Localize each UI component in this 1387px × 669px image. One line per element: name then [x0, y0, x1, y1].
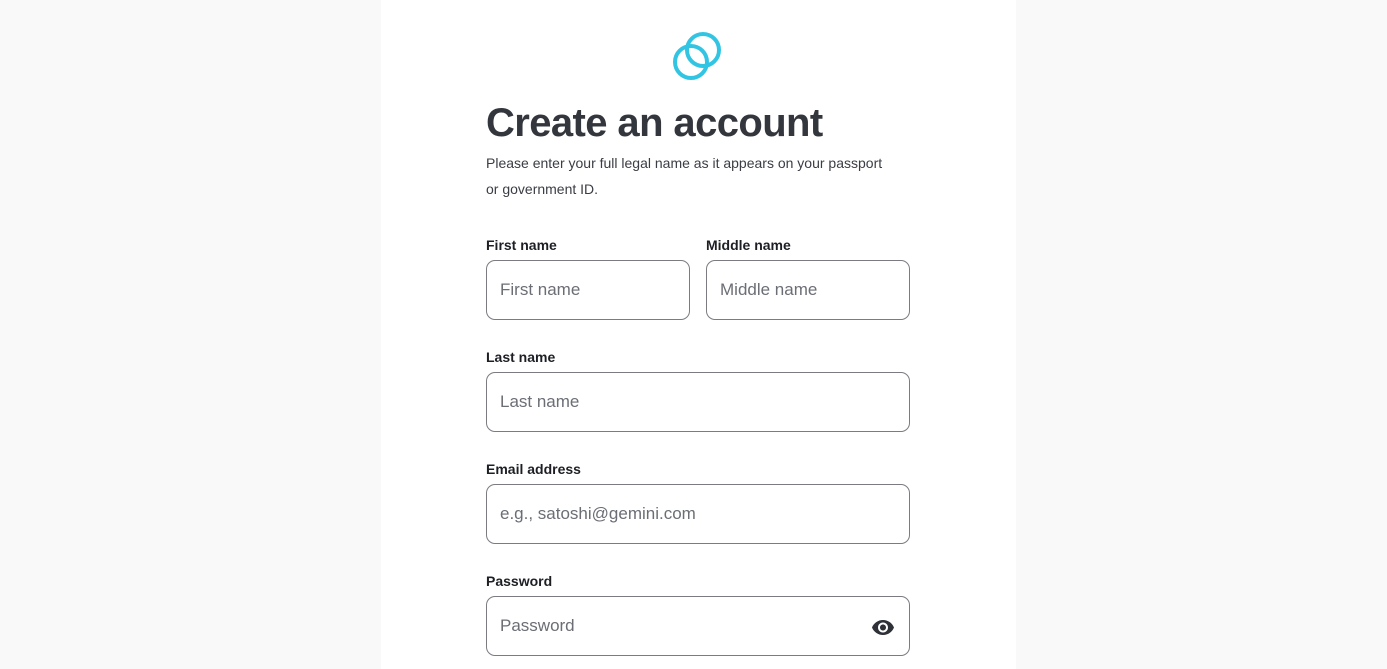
middle-name-box: [706, 260, 910, 320]
first-name-box: [486, 260, 690, 320]
password-field: Password: [486, 573, 910, 656]
last-name-field: Last name: [486, 349, 910, 432]
first-name-input[interactable]: [487, 261, 689, 319]
password-input[interactable]: [487, 597, 909, 655]
eye-icon[interactable]: [871, 615, 895, 639]
first-name-label: First name: [486, 237, 557, 253]
gemini-logo-icon: [672, 31, 724, 81]
last-name-label: Last name: [486, 349, 556, 365]
last-name-input[interactable]: [487, 373, 909, 431]
password-box: [486, 596, 910, 656]
middle-name-label: Middle name: [706, 237, 791, 253]
middle-name-field: Middle name: [706, 237, 910, 320]
password-label: Password: [486, 573, 553, 589]
last-name-box: [486, 372, 910, 432]
page-title: Create an account: [486, 101, 823, 145]
middle-name-input[interactable]: [707, 261, 909, 319]
email-label: Email address: [486, 461, 581, 477]
page-subtitle: Please enter your full legal name as it …: [486, 155, 883, 197]
email-input[interactable]: [487, 485, 909, 543]
email-field: Email address: [486, 461, 910, 544]
first-name-field: First name: [486, 237, 690, 320]
email-box: [486, 484, 910, 544]
